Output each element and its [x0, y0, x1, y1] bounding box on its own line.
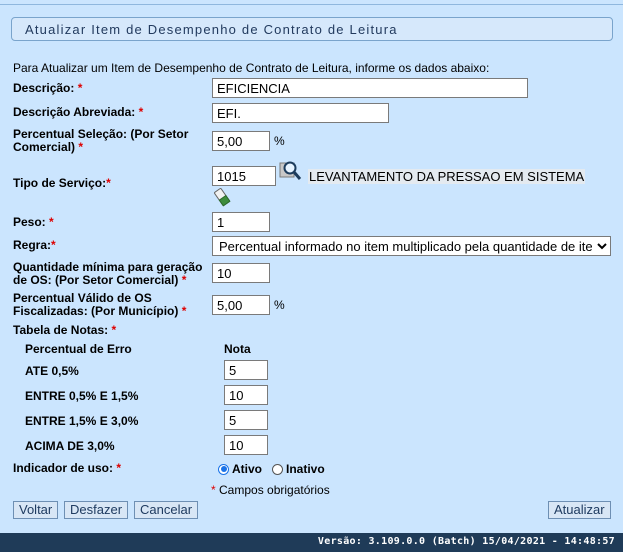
- radio-checked-icon[interactable]: [218, 463, 229, 475]
- descricao-label-text: Descrição:: [13, 81, 75, 95]
- tipo-servico-description: LEVANTAMENTO DA PRESSAO EM SISTEMA: [308, 169, 586, 184]
- required-mark: *: [181, 304, 187, 318]
- percent-unit: %: [274, 134, 285, 148]
- percentual-valido-input[interactable]: [212, 295, 270, 315]
- required-mark: *: [211, 483, 216, 497]
- magnifier-icon[interactable]: [279, 160, 303, 185]
- page-title: Atualizar Item de Desempenho de Contrato…: [25, 22, 398, 37]
- intro-text: Para Atualizar um Item de Desempenho de …: [13, 61, 490, 75]
- indicador-uso-label-text: Indicador de uso:: [13, 461, 114, 475]
- peso-input[interactable]: [212, 212, 270, 232]
- top-border: [0, 4, 623, 5]
- nota-input[interactable]: [224, 410, 268, 430]
- radio-ativo-label: Ativo: [232, 462, 262, 476]
- required-mark: *: [138, 105, 144, 119]
- tipo-servico-code-input[interactable]: [212, 166, 276, 186]
- descricao-abreviada-label: Descrição Abreviada: *: [13, 106, 143, 119]
- percentual-valido-label-line2: Fiscalizadas: (Por Município): [13, 304, 179, 318]
- nota-row-label: ENTRE 0,5% E 1,5%: [25, 389, 139, 403]
- required-note: * Campos obrigatórios: [211, 483, 330, 497]
- percentual-selecao-label: Percentual Seleção: (Por Setor Comercial…: [13, 128, 188, 154]
- radio-ativo[interactable]: Ativo: [218, 462, 262, 476]
- quantidade-minima-input[interactable]: [212, 263, 270, 283]
- radio-inativo-label: Inativo: [286, 462, 325, 476]
- version-text: Versão: 3.109.0.0 (Batch) 15/04/2021 - 1…: [317, 536, 615, 547]
- quantidade-minima-label: Quantidade mínima para geração de OS: (P…: [13, 261, 202, 287]
- nota-row-label: ENTRE 1,5% E 3,0%: [25, 414, 139, 428]
- descricao-abreviada-label-text: Descrição Abreviada:: [13, 105, 136, 119]
- eraser-icon[interactable]: [212, 187, 232, 210]
- tabela-notas-label: Tabela de Notas: *: [13, 324, 116, 337]
- peso-label: Peso: *: [13, 216, 54, 229]
- indicador-uso-label: Indicador de uso: *: [13, 462, 121, 475]
- tipo-servico-label-text: Tipo de Serviço:: [13, 176, 107, 190]
- nota-input[interactable]: [224, 435, 268, 455]
- percentual-selecao-label-line2: Comercial): [13, 140, 76, 154]
- quantidade-minima-label-line2: de OS: (Por Setor Comercial): [13, 273, 179, 287]
- descricao-label: Descrição: *: [13, 82, 82, 95]
- desfazer-button[interactable]: Desfazer: [64, 501, 129, 519]
- footer-bar: Versão: 3.109.0.0 (Batch) 15/04/2021 - 1…: [0, 533, 623, 552]
- regra-select[interactable]: Percentual informado no item multiplicad…: [212, 236, 611, 256]
- required-mark: *: [111, 323, 117, 337]
- nota-row-label: ATE 0,5%: [25, 364, 79, 378]
- required-mark: *: [49, 215, 54, 229]
- regra-label-text: Regra:: [13, 238, 52, 252]
- cancelar-button[interactable]: Cancelar: [134, 501, 199, 519]
- required-mark: *: [116, 461, 122, 475]
- percent-unit: %: [274, 298, 285, 312]
- col-percentual-erro: Percentual de Erro: [25, 342, 132, 356]
- descricao-abreviada-input[interactable]: [212, 103, 389, 123]
- percentual-selecao-input[interactable]: [212, 131, 270, 151]
- nota-input[interactable]: [224, 360, 268, 380]
- percentual-valido-label: Percentual Válido de OS Fiscalizadas: (P…: [13, 292, 186, 318]
- nota-input[interactable]: [224, 385, 268, 405]
- required-mark: *: [106, 176, 111, 190]
- required-mark: *: [78, 140, 84, 154]
- page-header: Atualizar Item de Desempenho de Contrato…: [11, 17, 613, 41]
- radio-inativo[interactable]: Inativo: [272, 462, 325, 476]
- atualizar-button[interactable]: Atualizar: [548, 501, 611, 519]
- voltar-button[interactable]: Voltar: [13, 501, 59, 519]
- regra-label: Regra:*: [13, 239, 56, 252]
- descricao-input[interactable]: [212, 78, 528, 98]
- radio-unchecked-icon[interactable]: [272, 463, 283, 475]
- required-mark: *: [181, 273, 187, 287]
- tipo-servico-label: Tipo de Serviço:*: [13, 177, 111, 190]
- required-mark: *: [51, 238, 56, 252]
- peso-label-text: Peso:: [13, 215, 46, 229]
- nota-row-label: ACIMA DE 3,0%: [25, 439, 115, 453]
- required-note-text: Campos obrigatórios: [219, 483, 330, 497]
- tabela-notas-label-text: Tabela de Notas:: [13, 323, 109, 337]
- col-nota: Nota: [224, 342, 251, 356]
- required-mark: *: [77, 81, 83, 95]
